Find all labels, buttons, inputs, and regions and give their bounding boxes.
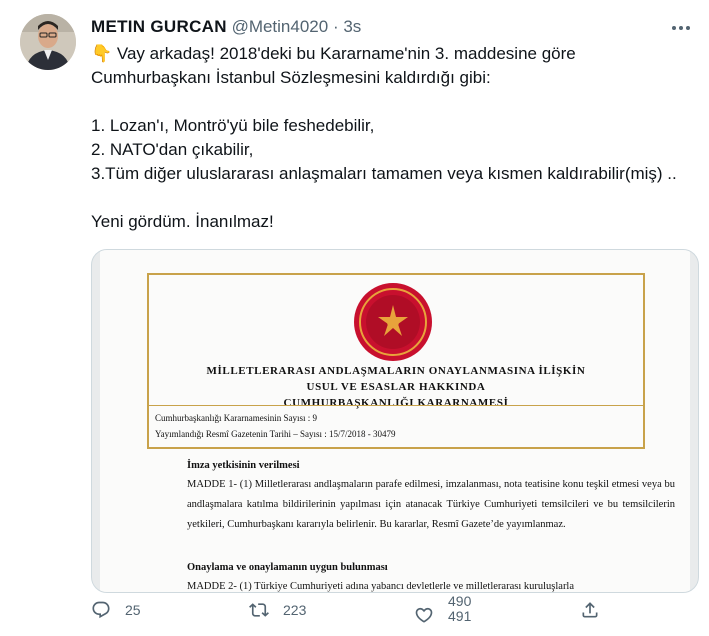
display-name[interactable]: METIN GURCAN (91, 17, 227, 36)
more-icon[interactable] (667, 14, 695, 42)
heart-icon (415, 607, 433, 623)
document-header-frame: MİLLETLERARASI ANDLAŞMALARIN ONAYLANMASI… (147, 273, 645, 449)
section-heading: İmza yetkisinin verilmesi (187, 460, 300, 471)
document-title-line2: USUL VE ESASLAR HAKKINDA (306, 381, 486, 393)
retweet-count: 223 (283, 602, 307, 618)
tweet-text: 👇 Vay arkadaş! 2018'deki bu Kararname'ni… (91, 44, 677, 231)
article-paragraph: MADDE 2- (1) Türkiye Cumhuriyeti adına y… (187, 581, 575, 592)
document-title: MİLLETLERARASI ANDLAŞMALARIN ONAYLANMASI… (149, 363, 643, 411)
share-icon (582, 602, 598, 618)
handle[interactable]: @Metin4020 (232, 17, 329, 36)
tweet-header: METIN GURCAN @Metin4020 · 3s (91, 17, 361, 37)
frame-divider (149, 405, 643, 406)
share-button[interactable] (580, 600, 600, 620)
section-heading: Onaylama ve onaylamanın uygun bulunması (187, 562, 388, 573)
avatar[interactable] (20, 14, 76, 70)
tweet-media[interactable]: MİLLETLERARASI ANDLAŞMALARIN ONAYLANMASI… (91, 249, 699, 593)
presidential-seal-icon (354, 283, 432, 361)
reply-count: 25 (125, 602, 141, 618)
document-title-line3: CUMHURBAŞKANLIĞI KARARNAMESİ (283, 397, 509, 409)
document-number-info: Cumhurbaşkanlığı Kararnamesinin Sayısı :… (155, 413, 317, 423)
like-button[interactable]: 490 491 (414, 594, 471, 630)
timestamp[interactable]: 3s (343, 17, 361, 36)
document-image: MİLLETLERARASI ANDLAŞMALARIN ONAYLANMASI… (100, 250, 690, 592)
retweet-button[interactable]: 223 (249, 600, 306, 620)
document-gazette-info: Yayımlandığı Resmî Gazetenin Tarihi – Sa… (155, 429, 396, 439)
article-paragraph: MADDE 1- (1) Milletlerarası andlaşmaları… (187, 479, 675, 530)
separator-dot: · (328, 17, 344, 36)
like-count: 490 491 (448, 594, 471, 624)
document-title-line1: MİLLETLERARASI ANDLAŞMALARIN ONAYLANMASI… (206, 365, 586, 377)
avatar-image (20, 14, 76, 70)
reply-icon (92, 601, 110, 619)
like-count-current: 490 (448, 593, 472, 609)
like-count-next: 491 (448, 608, 472, 624)
retweet-icon (249, 603, 269, 617)
reply-button[interactable]: 25 (91, 600, 141, 620)
tweet-actions: 25 223 490 491 (0, 594, 709, 630)
